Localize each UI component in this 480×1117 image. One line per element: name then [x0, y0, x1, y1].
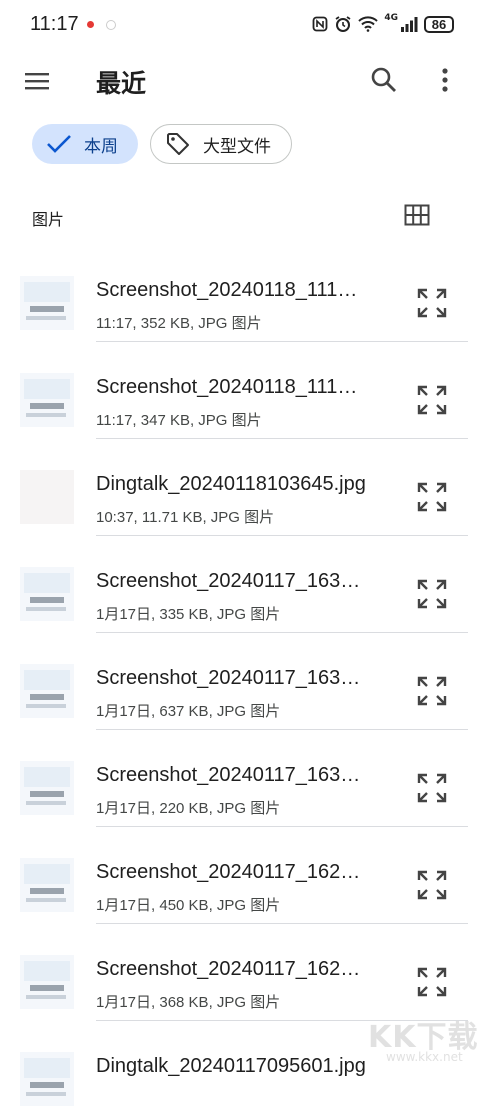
watermark-logo: KK下载 www.kkx.net [364, 1012, 480, 1068]
wifi-icon [358, 16, 379, 32]
notification-icon-secondary [106, 20, 116, 30]
file-name: Screenshot_20240117_163203.jpg [96, 764, 368, 786]
page-title: 最近 [96, 69, 147, 98]
file-meta: 11:17, 347 KB, JPG 图片 [96, 412, 262, 429]
watermark-url: www.kkx.net [386, 1050, 463, 1064]
file-thumbnail [20, 761, 74, 815]
file-list: Screenshot_20240118_111715.jpg 11:17, 35… [0, 244, 480, 1117]
file-thumbnail [20, 567, 74, 621]
file-meta: 1月17日, 335 KB, JPG 图片 [96, 606, 281, 623]
expand-preview-button[interactable] [415, 771, 449, 805]
file-row[interactable]: Screenshot_20240117_163344.jpg 1月17日, 63… [0, 632, 480, 730]
file-thumbnail [20, 664, 74, 718]
file-thumbnail [20, 858, 74, 912]
search-icon [371, 67, 396, 92]
alarm-icon [335, 16, 351, 32]
expand-icon [417, 385, 447, 415]
chip-large-files[interactable]: 大型文件 [150, 124, 292, 164]
expand-icon [417, 579, 447, 609]
expand-preview-button[interactable] [415, 383, 449, 417]
file-thumbnail [20, 1052, 74, 1106]
file-thumbnail [20, 955, 74, 1009]
file-name: Screenshot_20240117_162950.jpg [96, 861, 368, 883]
file-name: Screenshot_20240118_111702.jpg [96, 376, 368, 398]
check-icon [47, 135, 71, 153]
file-row[interactable]: Screenshot_20240117_162950.jpg 1月17日, 45… [0, 826, 480, 924]
network-type-label: 4G [384, 13, 398, 23]
file-meta: 1月17日, 368 KB, JPG 图片 [96, 994, 281, 1011]
signal-icon [401, 17, 418, 32]
chip-large-files-label: 大型文件 [203, 136, 271, 157]
status-time: 11:17 [30, 13, 79, 35]
battery-icon: 86 [424, 15, 454, 33]
tag-icon [167, 133, 189, 155]
expand-icon [417, 482, 447, 512]
filter-chips: 本周 大型文件 [32, 124, 292, 166]
chip-this-week[interactable]: 本周 [32, 124, 138, 164]
file-name: Screenshot_20240117_163512.jpg [96, 570, 368, 592]
status-bar: 11:17 4G 86 [0, 0, 480, 48]
file-meta: 10:37, 11.71 KB, JPG 图片 [96, 509, 275, 526]
expand-icon [417, 676, 447, 706]
file-row[interactable]: Screenshot_20240117_162811.jpg 1月17日, 36… [0, 923, 480, 1021]
expand-icon [417, 870, 447, 900]
expand-preview-button[interactable] [415, 286, 449, 320]
search-button[interactable] [368, 64, 400, 96]
section-label-images: 图片 [32, 210, 65, 229]
notification-icon [87, 21, 94, 28]
file-thumbnail [20, 470, 74, 524]
file-row[interactable]: Screenshot_20240117_163512.jpg 1月17日, 33… [0, 535, 480, 633]
file-thumbnail [20, 373, 74, 427]
expand-preview-button[interactable] [415, 577, 449, 611]
file-name: Dingtalk_20240117095601.jpg [96, 1055, 366, 1077]
file-thumbnail [20, 276, 74, 330]
file-meta: 1月17日, 637 KB, JPG 图片 [96, 703, 281, 720]
file-row[interactable]: Dingtalk_20240118103645.jpg 10:37, 11.71… [0, 438, 480, 536]
file-row[interactable]: Screenshot_20240118_111702.jpg 11:17, 34… [0, 341, 480, 439]
file-name: Screenshot_20240117_162811.jpg [96, 958, 368, 980]
menu-icon [25, 73, 49, 90]
grid-view-toggle[interactable] [404, 204, 430, 226]
nfc-icon [312, 16, 328, 32]
more-options-button[interactable] [432, 64, 458, 96]
expand-preview-button[interactable] [415, 868, 449, 902]
file-row[interactable]: Screenshot_20240117_163203.jpg 1月17日, 22… [0, 729, 480, 827]
file-meta: 1月17日, 220 KB, JPG 图片 [96, 800, 281, 817]
file-name: Dingtalk_20240118103645.jpg [96, 473, 366, 495]
expand-icon [417, 773, 447, 803]
expand-icon [417, 967, 447, 997]
status-icons: 4G 86 [312, 12, 454, 36]
grid-view-icon [404, 204, 430, 226]
menu-button[interactable] [22, 66, 52, 96]
expand-preview-button[interactable] [415, 480, 449, 514]
expand-preview-button[interactable] [415, 674, 449, 708]
file-meta: 11:17, 352 KB, JPG 图片 [96, 315, 262, 332]
file-row[interactable]: Screenshot_20240118_111715.jpg 11:17, 35… [0, 244, 480, 342]
file-meta: 1月17日, 450 KB, JPG 图片 [96, 897, 281, 914]
file-name: Screenshot_20240117_163344.jpg [96, 667, 368, 689]
app-bar: 最近 [0, 52, 480, 110]
expand-preview-button[interactable] [415, 965, 449, 999]
expand-icon [417, 288, 447, 318]
more-vert-icon [442, 68, 448, 92]
file-name: Screenshot_20240118_111715.jpg [96, 279, 368, 301]
chip-this-week-label: 本周 [84, 136, 118, 157]
